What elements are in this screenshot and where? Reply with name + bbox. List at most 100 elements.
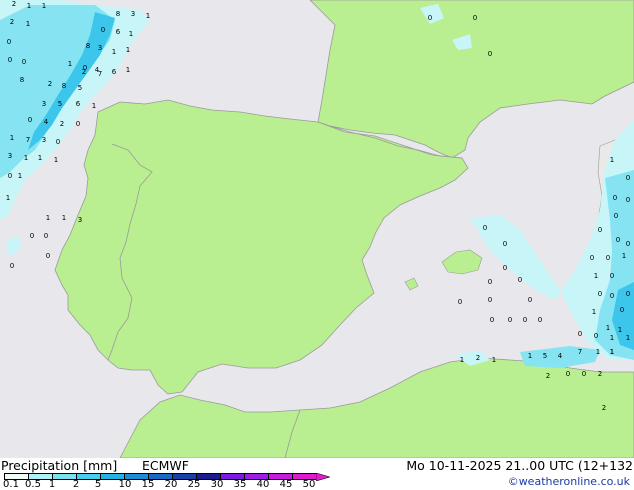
grid-value: 4 xyxy=(44,118,49,126)
grid-value: 0 xyxy=(508,316,512,324)
grid-value: 1 xyxy=(62,214,66,222)
grid-value: 1 xyxy=(492,356,496,364)
scale-tick-label: 5 xyxy=(94,479,102,490)
grid-value: 0 xyxy=(56,138,60,146)
grid-value: 1 xyxy=(6,194,10,202)
grid-value: 0 xyxy=(518,276,522,284)
grid-value: 1 xyxy=(528,352,532,360)
grid-value: 0 xyxy=(28,116,32,124)
grid-value: 1 xyxy=(42,2,46,10)
grid-value: 2 xyxy=(546,372,550,380)
grid-value: 1 xyxy=(92,102,96,110)
grid-value: 0 xyxy=(483,224,487,232)
grid-value: 4 xyxy=(558,352,563,360)
legend-area: Precipitation [mm] ECMWF Mo 10-11-2025 2… xyxy=(0,458,634,490)
grid-value: 2 xyxy=(60,120,64,128)
scale-tick-label: 2 xyxy=(72,479,80,490)
grid-value: 1 xyxy=(610,334,614,342)
grid-value: 1 xyxy=(24,154,28,162)
grid-value: 5 xyxy=(543,352,547,360)
legend-title: Precipitation [mm] xyxy=(1,458,118,473)
grid-value: 8 xyxy=(62,82,66,90)
grid-value: 0 xyxy=(488,296,492,304)
grid-value: 0 xyxy=(598,290,602,298)
grid-value: 0 xyxy=(458,298,462,306)
grid-value: 1 xyxy=(126,66,130,74)
grid-value: 3 xyxy=(98,44,102,52)
grid-value: 7 xyxy=(578,348,582,356)
grid-value: 0 xyxy=(626,290,630,298)
grid-value: 1 xyxy=(594,272,598,280)
grid-value: 7 xyxy=(26,136,30,144)
scale-arrow xyxy=(316,473,330,481)
grid-value: 2 xyxy=(10,18,14,26)
scale-tick-label: 35 xyxy=(233,479,247,490)
grid-value: 1 xyxy=(126,46,130,54)
grid-value: 0 xyxy=(610,292,614,300)
scale-tick-label: 0.1 xyxy=(3,479,19,490)
grid-value: 0 xyxy=(626,196,630,204)
precipitation-map: 2 1 12 108 3 10 6 10 08 3 1 10 412 7 6 18 2 8 53 5 6 10 4 2 01 7 3… xyxy=(0,0,634,458)
grid-value: 0 xyxy=(101,26,105,34)
grid-value: 1 xyxy=(18,172,22,180)
grid-value: 0 xyxy=(594,332,598,340)
grid-value: 0 xyxy=(8,56,12,64)
grid-value: 0 xyxy=(626,174,630,182)
grid-value: 2 xyxy=(82,68,86,76)
grid-value: 3 xyxy=(78,216,82,224)
scale-tick-label: 20 xyxy=(164,479,178,490)
grid-value: 1 xyxy=(46,214,50,222)
scale-tick-label: 1 xyxy=(48,479,56,490)
grid-value: 2 xyxy=(602,404,606,412)
grid-value: 1 xyxy=(54,156,58,164)
credit-link[interactable]: ©weatheronline.co.uk xyxy=(508,475,630,489)
grid-value: 1 xyxy=(606,324,610,332)
grid-value: 1 xyxy=(146,12,150,20)
grid-value: 1 xyxy=(622,252,626,260)
grid-value: 0 xyxy=(8,172,12,180)
grid-value: 0 xyxy=(76,120,80,128)
grid-value: 0 xyxy=(428,14,432,22)
grid-value: 0 xyxy=(490,316,494,324)
grid-value: 1 xyxy=(610,156,614,164)
grid-value: 0 xyxy=(46,252,50,260)
grid-value: 0 xyxy=(566,370,570,378)
grid-value: 3 xyxy=(8,152,12,160)
grid-value: 1 xyxy=(610,348,614,356)
grid-value: 8 xyxy=(116,10,120,18)
grid-value: 2 xyxy=(598,370,602,378)
grid-value: 1 xyxy=(27,2,31,10)
scale-tick-label: 10 xyxy=(118,479,132,490)
grid-value: 0 xyxy=(528,296,532,304)
scale-tick-label: 50 xyxy=(302,479,316,490)
grid-value: 0 xyxy=(22,58,26,66)
grid-value: 1 xyxy=(26,20,30,28)
scale-tick-label: 0.5 xyxy=(25,479,41,490)
grid-value: 0 xyxy=(44,232,48,240)
grid-value: 6 xyxy=(116,28,121,36)
grid-value: 0 xyxy=(523,316,527,324)
grid-value: 0 xyxy=(503,240,507,248)
grid-value: 1 xyxy=(626,334,630,342)
grid-value: 0 xyxy=(626,240,630,248)
grid-value: 0 xyxy=(598,226,602,234)
grid-value: 6 xyxy=(76,100,81,108)
grid-value: 0 xyxy=(613,194,617,202)
grid-value: 0 xyxy=(616,236,620,244)
grid-value: 3 xyxy=(42,100,46,108)
grid-value: 0 xyxy=(614,212,618,220)
grid-value: 3 xyxy=(131,10,135,18)
grid-value: 0 xyxy=(10,262,14,270)
grid-value: 0 xyxy=(582,370,586,378)
model-name: ECMWF xyxy=(142,458,189,473)
valid-datetime: Mo 10-11-2025 21..00 UTC (12+132 xyxy=(406,458,633,473)
grid-value: 8 xyxy=(20,76,24,84)
grid-value: 8 xyxy=(86,42,90,50)
grid-value: 1 xyxy=(129,30,133,38)
grid-value: 6 xyxy=(112,68,117,76)
grid-value: 1 xyxy=(460,356,464,364)
grid-value: 0 xyxy=(488,50,492,58)
grid-value: 0 xyxy=(620,306,624,314)
grid-value: 7 xyxy=(98,70,102,78)
grid-value: 0 xyxy=(473,14,477,22)
